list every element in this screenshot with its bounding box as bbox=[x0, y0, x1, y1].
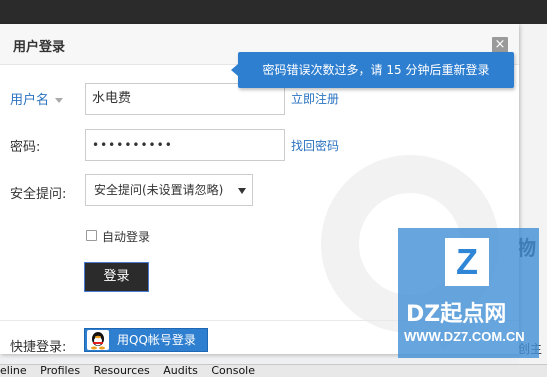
register-link[interactable]: 立即注册 bbox=[291, 90, 339, 107]
devtools-tab-audits[interactable]: Audits bbox=[163, 365, 198, 377]
quick-login-label: 快捷登录: bbox=[10, 340, 67, 354]
logo-box: Z bbox=[445, 238, 489, 286]
autologin-label[interactable]: 自动登录 bbox=[102, 228, 150, 245]
username-type-selector[interactable]: 用户名 bbox=[10, 89, 64, 108]
chevron-down-icon bbox=[238, 188, 246, 194]
logo-url: WWW.DZ7.COM.CN bbox=[404, 329, 525, 344]
security-question-select[interactable]: 安全提问(未设置请忽略) bbox=[85, 174, 253, 206]
password-label: 密码: bbox=[10, 140, 41, 155]
qq-penguin-icon bbox=[87, 330, 109, 350]
chevron-down-icon bbox=[55, 98, 64, 103]
devtools-tab-bar: eline Profiles Resources Audits Console bbox=[0, 364, 547, 377]
qq-login-label: 用QQ帐号登录 bbox=[117, 333, 196, 347]
devtools-tab-profiles[interactable]: Profiles bbox=[40, 365, 80, 377]
tooltip-arrow bbox=[231, 64, 238, 76]
devtools-tab-console[interactable]: Console bbox=[211, 365, 255, 377]
login-button[interactable]: 登录 bbox=[84, 262, 149, 292]
dialog-title: 用户登录 bbox=[13, 40, 66, 55]
security-question-label: 安全提问: bbox=[10, 187, 67, 202]
site-watermark-logo: Z DZ起点网 WWW.DZ7.COM.CN bbox=[398, 228, 539, 358]
close-button[interactable]: × bbox=[492, 37, 508, 53]
security-question-value: 安全提问(未设置请忽略) bbox=[94, 183, 224, 197]
forgot-password-link[interactable]: 找回密码 bbox=[291, 137, 339, 154]
devtools-tab-resources[interactable]: Resources bbox=[94, 365, 150, 377]
qq-login-button[interactable]: 用QQ帐号登录 bbox=[84, 328, 208, 352]
autologin-checkbox[interactable] bbox=[86, 230, 97, 241]
logo-title: DZ起点网 bbox=[406, 302, 507, 327]
password-input[interactable]: •••••••••• bbox=[85, 129, 285, 161]
browser-top-bar bbox=[0, 0, 547, 24]
devtools-tab-timeline[interactable]: eline bbox=[0, 365, 27, 377]
error-message: 密码错误次数过多，请 15 分钟后重新登录 bbox=[262, 63, 490, 77]
error-tooltip: 密码错误次数过多，请 15 分钟后重新登录 bbox=[231, 52, 514, 88]
close-icon: × bbox=[494, 37, 506, 52]
username-label: 用户名 bbox=[10, 93, 50, 108]
